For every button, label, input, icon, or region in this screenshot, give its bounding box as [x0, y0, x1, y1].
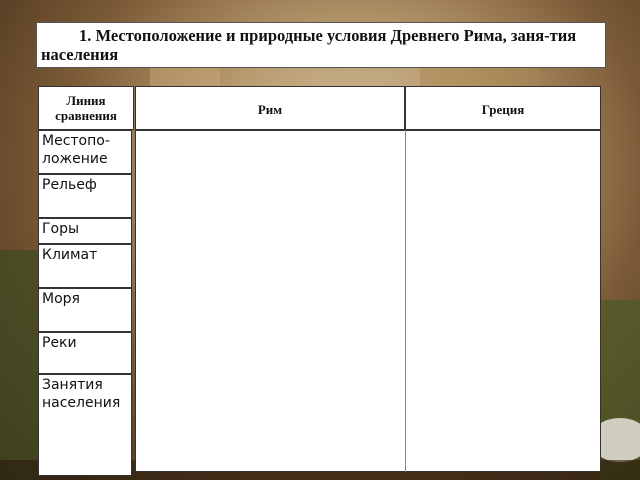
header-greece-cell: Греция	[405, 86, 601, 130]
row-label-climate: Климат	[38, 244, 132, 288]
slide-title: 1. Местоположение и природные условия Др…	[41, 26, 577, 64]
column-divider	[405, 130, 406, 472]
header-rome: Рим	[257, 102, 283, 117]
header-comparison: Линия сравнения	[55, 93, 117, 123]
slide-title-box: 1. Местоположение и природные условия Др…	[36, 22, 606, 68]
header-comparison-cell: Линия сравнения	[38, 86, 134, 130]
row-label-occupations: Занятия населения	[38, 374, 132, 476]
table-content-area	[135, 130, 601, 472]
row-label-location: Местопо-ложение	[38, 130, 132, 174]
header-rome-cell: Рим	[135, 86, 405, 130]
header-greece: Греция	[481, 102, 525, 117]
row-label-rivers: Реки	[38, 332, 132, 374]
row-label-mountains: Горы	[38, 218, 132, 244]
row-label-relief: Рельеф	[38, 174, 132, 218]
comparison-table: Линия сравнения Рим Греция Местопо-ложен…	[38, 86, 602, 476]
row-label-seas: Моря	[38, 288, 132, 332]
